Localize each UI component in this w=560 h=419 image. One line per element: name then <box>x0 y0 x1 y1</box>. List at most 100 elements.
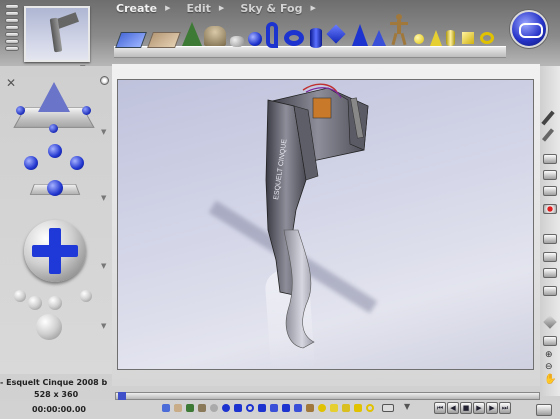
play-button[interactable]: ▶ <box>473 402 485 414</box>
step-forward-button[interactable]: ▶ <box>486 402 498 414</box>
light-icon[interactable] <box>318 404 326 412</box>
app-logo-button[interactable] <box>510 10 548 48</box>
cone-icon[interactable] <box>352 24 368 46</box>
handle[interactable] <box>5 18 19 23</box>
monitor-icon[interactable] <box>382 404 394 412</box>
cylinder-icon[interactable] <box>310 28 322 48</box>
move-center-handle[interactable] <box>47 180 63 196</box>
more-button[interactable] <box>543 286 557 296</box>
handle[interactable] <box>5 46 19 51</box>
cylinder-icon[interactable] <box>258 404 266 412</box>
move-right-handle[interactable] <box>70 156 84 170</box>
tree-icon[interactable] <box>186 404 194 412</box>
cone-light-icon[interactable] <box>430 30 442 46</box>
water-icon[interactable] <box>162 404 170 412</box>
scene-object[interactable]: ESQUELT CINQUE <box>118 80 534 370</box>
ground-icon[interactable] <box>147 32 181 48</box>
loop-button[interactable] <box>536 404 552 416</box>
pencil-icon[interactable] <box>541 110 555 126</box>
terrain-icon[interactable] <box>198 404 206 412</box>
cylinder-light-icon[interactable] <box>342 404 350 412</box>
cylinder-light-icon[interactable] <box>446 30 455 46</box>
chevron-right-icon: ▶ <box>310 4 316 12</box>
stop-button[interactable]: ■ <box>460 402 472 414</box>
rewind-button[interactable]: ⏮ <box>434 402 446 414</box>
layout-handles[interactable] <box>5 4 19 60</box>
sphere-icon[interactable] <box>222 404 230 412</box>
cube-view-icon[interactable] <box>543 315 557 329</box>
menu-sky-fog[interactable]: Sky & Fog <box>240 2 302 15</box>
corner-handle[interactable] <box>49 124 58 133</box>
cone-light-icon[interactable] <box>330 404 338 412</box>
cone-icon[interactable] <box>282 404 290 412</box>
chevron-down-icon[interactable]: ▼ <box>101 194 106 202</box>
render-area-button[interactable] <box>543 186 557 196</box>
trackball-control[interactable] <box>24 220 86 282</box>
menu-edit[interactable]: Edit <box>187 2 211 15</box>
handle[interactable] <box>5 11 19 16</box>
panel-toggle-radio[interactable] <box>100 76 109 85</box>
fast-forward-button[interactable]: ⏭ <box>499 402 511 414</box>
zoom-in-icon[interactable]: ⊕ <box>545 350 553 360</box>
step-back-button[interactable]: ◀ <box>447 402 459 414</box>
chevron-down-icon[interactable]: ▼ <box>101 262 106 270</box>
zoom-ball[interactable] <box>14 290 26 302</box>
render-viewport[interactable]: ESQUELT CINQUE <box>117 79 534 370</box>
handle[interactable] <box>5 25 19 30</box>
water-icon[interactable] <box>115 32 147 48</box>
chevron-down-icon[interactable]: ▼ <box>101 322 106 330</box>
torus-icon[interactable] <box>284 30 304 46</box>
terrain-icon[interactable] <box>204 26 226 46</box>
render-settings-button[interactable] <box>543 154 557 164</box>
corner-handle[interactable] <box>82 106 91 115</box>
light-icon[interactable] <box>414 34 424 44</box>
close-icon[interactable]: ✕ <box>6 76 16 90</box>
cube-light-icon[interactable] <box>462 32 474 44</box>
timeline-playhead[interactable] <box>118 392 126 400</box>
figure-icon[interactable] <box>306 404 314 412</box>
brush-icon[interactable] <box>541 128 555 142</box>
handle[interactable] <box>5 4 19 9</box>
scene-preview-thumbnail[interactable] <box>24 6 90 62</box>
ground-icon[interactable] <box>174 404 182 412</box>
spline-icon[interactable] <box>234 404 242 412</box>
rock-icon[interactable] <box>230 36 244 47</box>
cube-icon[interactable] <box>270 404 278 412</box>
move-xz-control[interactable] <box>14 142 96 212</box>
cube-icon[interactable] <box>326 24 346 44</box>
zoom-ball[interactable] <box>80 290 92 302</box>
zoom-control[interactable] <box>8 288 104 348</box>
handle[interactable] <box>5 39 19 44</box>
text-button[interactable] <box>543 252 557 262</box>
pyramid-icon[interactable] <box>372 30 386 46</box>
render-button[interactable] <box>543 170 557 180</box>
list-button[interactable] <box>543 268 557 278</box>
move-up-handle[interactable] <box>48 144 62 158</box>
zoom-ball[interactable] <box>48 296 62 310</box>
torus-icon[interactable] <box>246 404 254 412</box>
pyramid-icon[interactable] <box>294 404 302 412</box>
tree-icon[interactable] <box>182 22 202 46</box>
animation-timeline[interactable] <box>115 392 540 400</box>
sphere-icon[interactable] <box>248 32 262 46</box>
hand-icon[interactable]: ✋ <box>544 374 556 385</box>
move-left-handle[interactable] <box>24 156 38 170</box>
torus-light-icon[interactable] <box>366 404 374 412</box>
menu-create[interactable]: Create <box>116 2 157 15</box>
chevron-down-icon[interactable]: ▼ <box>101 128 106 136</box>
zoom-ball[interactable] <box>36 314 62 340</box>
zoom-out-icon[interactable]: ⊖ <box>545 362 553 372</box>
perspective-button[interactable] <box>543 336 557 346</box>
figure-icon[interactable] <box>390 14 408 48</box>
torus-light-icon[interactable] <box>480 32 494 44</box>
stop-render-button[interactable] <box>543 204 557 214</box>
spline-icon[interactable] <box>266 22 278 48</box>
cube-light-icon[interactable] <box>354 404 362 412</box>
handle[interactable] <box>5 32 19 37</box>
camera-terrain-control[interactable] <box>13 76 95 138</box>
chevron-down-icon[interactable]: ▼ <box>404 402 410 411</box>
options-button[interactable] <box>543 234 557 244</box>
rock-icon[interactable] <box>210 404 218 412</box>
zoom-ball[interactable] <box>28 296 42 310</box>
corner-handle[interactable] <box>16 106 25 115</box>
